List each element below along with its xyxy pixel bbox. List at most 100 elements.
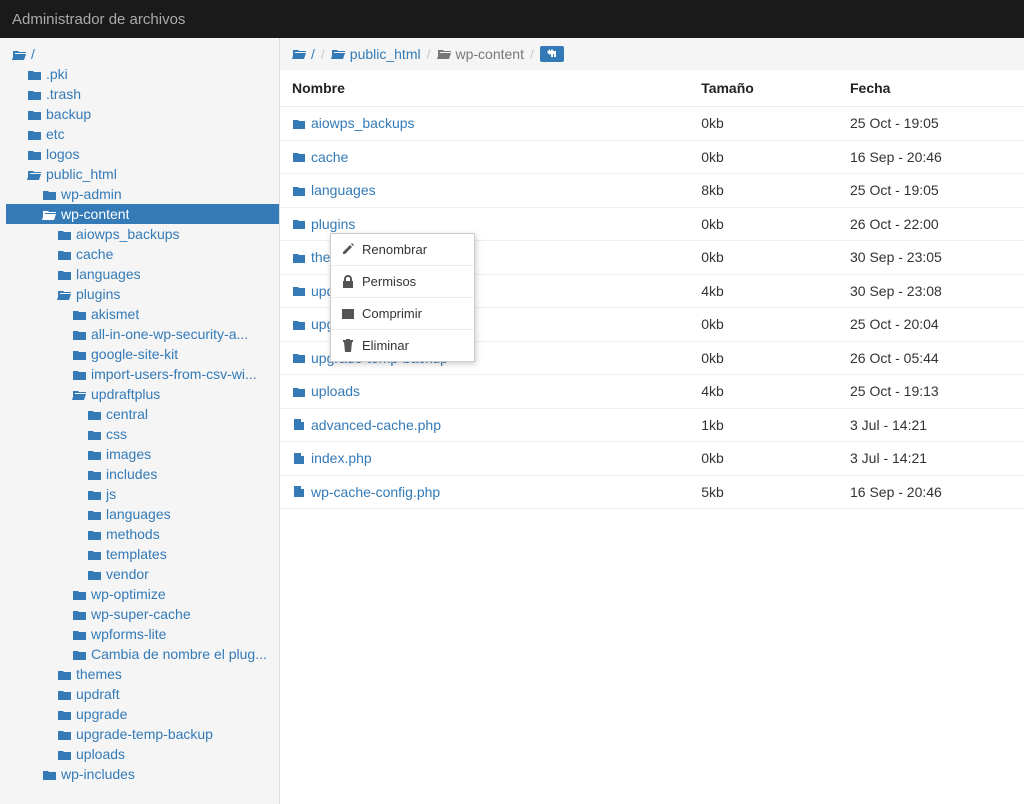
table-row[interactable]: languages8kb25 Oct - 19:05	[280, 174, 1024, 208]
col-header-date[interactable]: Fecha	[838, 70, 1024, 107]
tree-item[interactable]: all-in-one-wp-security-a...	[6, 324, 279, 344]
tree-item-label: images	[106, 446, 151, 462]
tree-item-label: upgrade	[76, 706, 127, 722]
folder-icon	[87, 466, 102, 482]
context-menu-label: Permisos	[362, 274, 416, 289]
breadcrumb-root[interactable]: /	[292, 46, 315, 62]
tree-item[interactable]: .pki	[6, 64, 279, 84]
tree-item[interactable]: google-site-kit	[6, 344, 279, 364]
tree-item-label: js	[106, 486, 116, 502]
tree-item-label: google-site-kit	[91, 346, 178, 362]
file-icon	[292, 453, 305, 464]
tree-item[interactable]: etc	[6, 124, 279, 144]
tree-item-label: public_html	[46, 166, 117, 182]
file-date: 16 Sep - 20:46	[838, 475, 1024, 509]
file-size: 4kb	[689, 375, 838, 409]
folder-icon	[72, 606, 87, 622]
tree-item[interactable]: public_html	[6, 164, 279, 184]
tree-item[interactable]: wpforms-lite	[6, 624, 279, 644]
context-menu-item[interactable]: Permisos	[331, 266, 474, 298]
tree-item[interactable]: wp-includes	[6, 764, 279, 784]
folder-icon	[87, 526, 102, 542]
file-size: 0kb	[689, 207, 838, 241]
folder-icon	[57, 726, 72, 742]
tree-item[interactable]: .trash	[6, 84, 279, 104]
context-menu-item[interactable]: Renombrar	[331, 234, 474, 266]
tree-item[interactable]: wp-content	[6, 204, 279, 224]
table-row[interactable]: cache0kb16 Sep - 20:46	[280, 140, 1024, 174]
file-name: wp-cache-config.php	[311, 484, 440, 500]
context-menu-label: Eliminar	[362, 338, 409, 353]
table-row[interactable]: uploads4kb25 Oct - 19:13	[280, 375, 1024, 409]
file-date: 25 Oct - 19:05	[838, 174, 1024, 208]
col-header-name[interactable]: Nombre	[280, 70, 689, 107]
col-header-size[interactable]: Tamaño	[689, 70, 838, 107]
tree-item[interactable]: images	[6, 444, 279, 464]
tree-item-label: all-in-one-wp-security-a...	[91, 326, 248, 342]
tree-item[interactable]: css	[6, 424, 279, 444]
folder-icon	[57, 666, 72, 682]
folder-open-icon	[292, 48, 307, 61]
tree-item[interactable]: uploads	[6, 744, 279, 764]
tree-item[interactable]: languages	[6, 504, 279, 524]
tree-item-label: languages	[106, 506, 171, 522]
tree-item-label: languages	[76, 266, 141, 282]
folder-icon	[292, 252, 305, 263]
tree-item[interactable]: wp-super-cache	[6, 604, 279, 624]
file-icon	[292, 486, 305, 497]
app-title: Administrador de archivos	[12, 11, 185, 28]
breadcrumb-up-button[interactable]	[540, 46, 564, 62]
tree-item[interactable]: includes	[6, 464, 279, 484]
breadcrumb-parent[interactable]: public_html	[331, 46, 421, 62]
tree-item[interactable]: themes	[6, 664, 279, 684]
file-size: 8kb	[689, 174, 838, 208]
tree-item[interactable]: updraft	[6, 684, 279, 704]
tree-item[interactable]: vendor	[6, 564, 279, 584]
context-menu-item[interactable]: Comprimir	[331, 298, 474, 330]
tree-item[interactable]: backup	[6, 104, 279, 124]
table-row[interactable]: index.php0kb3 Jul - 14:21	[280, 442, 1024, 476]
folder-icon	[87, 506, 102, 522]
tree-item-label: central	[106, 406, 148, 422]
breadcrumb: / / public_html / wp-content /	[280, 38, 1024, 70]
tree-item-label: wp-super-cache	[91, 606, 191, 622]
tree-item[interactable]: upgrade-temp-backup	[6, 724, 279, 744]
tree-item[interactable]: Cambia de nombre el plug...	[6, 644, 279, 664]
tree-item-label: uploads	[76, 746, 125, 762]
tree-item[interactable]: /	[6, 44, 279, 64]
tree-item[interactable]: wp-admin	[6, 184, 279, 204]
tree-item[interactable]: aiowps_backups	[6, 224, 279, 244]
tree-item-label: vendor	[106, 566, 149, 582]
lock-icon	[341, 275, 354, 288]
tree-item[interactable]: methods	[6, 524, 279, 544]
folder-icon	[87, 426, 102, 442]
tree-item[interactable]: central	[6, 404, 279, 424]
file-name: index.php	[311, 450, 372, 466]
folder-icon	[27, 146, 42, 162]
tree-item[interactable]: upgrade	[6, 704, 279, 724]
tree-item[interactable]: logos	[6, 144, 279, 164]
tree-item[interactable]: languages	[6, 264, 279, 284]
tree-item[interactable]: templates	[6, 544, 279, 564]
table-row[interactable]: wp-cache-config.php5kb16 Sep - 20:46	[280, 475, 1024, 509]
folder-open-icon	[72, 386, 87, 402]
folder-open-icon	[57, 286, 72, 302]
table-row[interactable]: aiowps_backups0kb25 Oct - 19:05	[280, 107, 1024, 141]
file-date: 3 Jul - 14:21	[838, 408, 1024, 442]
tree-item-label: plugins	[76, 286, 120, 302]
file-size: 0kb	[689, 140, 838, 174]
folder-icon	[72, 586, 87, 602]
tree-item[interactable]: js	[6, 484, 279, 504]
tree-item[interactable]: cache	[6, 244, 279, 264]
folder-open-icon	[42, 206, 57, 222]
context-menu-item[interactable]: Eliminar	[331, 330, 474, 361]
tree-item[interactable]: import-users-from-csv-wi...	[6, 364, 279, 384]
folder-tree: /.pki.trashbackupetclogos public_html wp-a…	[0, 38, 280, 804]
table-row[interactable]: advanced-cache.php1kb3 Jul - 14:21	[280, 408, 1024, 442]
file-date: 3 Jul - 14:21	[838, 442, 1024, 476]
tree-item[interactable]: akismet	[6, 304, 279, 324]
folder-icon	[72, 626, 87, 642]
tree-item[interactable]: wp-optimize	[6, 584, 279, 604]
tree-item[interactable]: plugins	[6, 284, 279, 304]
tree-item[interactable]: updraftplus	[6, 384, 279, 404]
